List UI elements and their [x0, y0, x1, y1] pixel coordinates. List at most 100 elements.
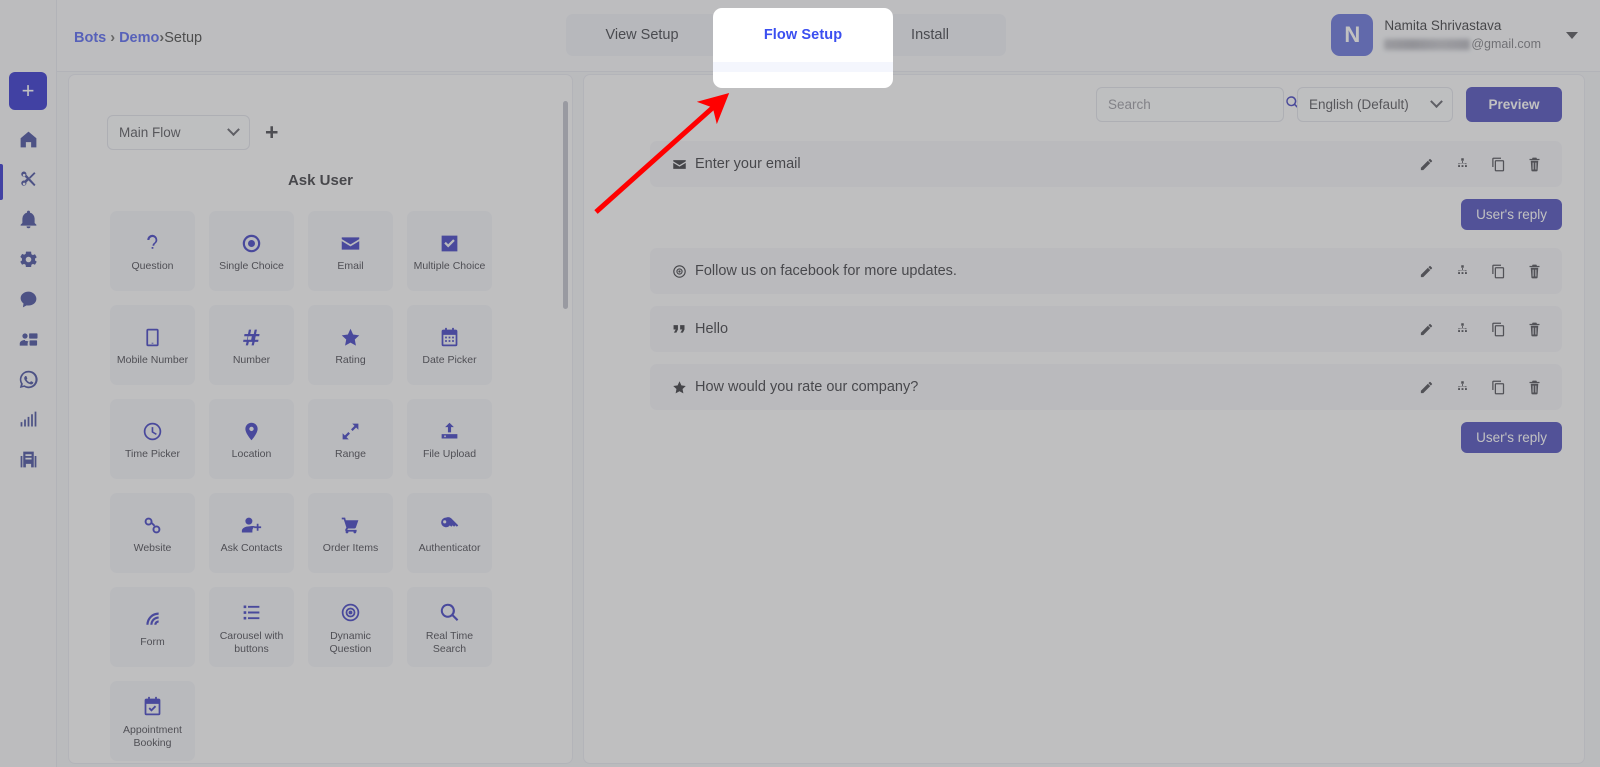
widget-card-form[interactable]: Form — [110, 587, 195, 667]
branch-icon[interactable] — [1455, 264, 1470, 279]
widget-card-real-time-search[interactable]: Real Time Search — [407, 587, 492, 667]
delete-icon[interactable] — [1527, 322, 1542, 337]
widget-card-carousel[interactable]: Carousel with buttons — [209, 587, 294, 667]
widget-card-email[interactable]: Email — [308, 211, 393, 291]
breadcrumb: Bots › Demo›Setup — [74, 30, 202, 46]
branch-icon[interactable] — [1455, 322, 1470, 337]
add-flow-button[interactable]: + — [265, 121, 278, 144]
flow-row[interactable]: How would you rate our company? — [650, 364, 1562, 410]
branch-icon[interactable] — [1455, 157, 1470, 172]
clock-icon — [142, 417, 163, 445]
edit-icon[interactable] — [1419, 264, 1434, 279]
preview-button[interactable]: Preview — [1466, 87, 1562, 122]
language-select[interactable]: English (Default) — [1297, 87, 1453, 122]
widget-card-order-items[interactable]: Order Items — [308, 493, 393, 573]
user-name: Namita Shrivastava — [1384, 18, 1502, 34]
flow-select[interactable]: Main Flow — [107, 115, 250, 150]
flow-row-text: How would you rate our company? — [695, 379, 919, 395]
widget-card-single-choice[interactable]: Single Choice — [209, 211, 294, 291]
upload-icon — [439, 417, 460, 445]
widget-label: Question — [131, 260, 174, 273]
widget-card-range[interactable]: Range — [308, 399, 393, 479]
users-reply-badge[interactable]: User's reply — [1461, 422, 1562, 453]
annotation-arrow — [594, 93, 730, 214]
duplicate-icon[interactable] — [1491, 264, 1506, 279]
envelope-icon — [340, 229, 361, 257]
delete-icon[interactable] — [1527, 264, 1542, 279]
tutorial-spotlight-tab[interactable]: Flow Setup — [723, 18, 883, 52]
delete-icon[interactable] — [1527, 157, 1542, 172]
breadcrumb-demo[interactable]: Demo — [119, 30, 159, 46]
widget-label: Single Choice — [219, 260, 284, 273]
breadcrumb-bots[interactable]: Bots — [74, 30, 106, 46]
widget-label: Website — [133, 542, 172, 555]
edit-icon[interactable] — [1419, 157, 1434, 172]
edit-icon[interactable] — [1419, 322, 1434, 337]
cart-icon — [340, 511, 361, 539]
widget-card-ask-contacts[interactable]: Ask Contacts — [209, 493, 294, 573]
row-actions — [1419, 322, 1542, 337]
whatsapp-icon — [18, 369, 39, 395]
widget-card-multiple-choice[interactable]: Multiple Choice — [407, 211, 492, 291]
widget-card-rating[interactable]: Rating — [308, 305, 393, 385]
sidebar-add-button[interactable]: + — [9, 72, 47, 110]
edit-icon[interactable] — [1419, 380, 1434, 395]
sidebar-item-notifications[interactable] — [0, 202, 57, 242]
search-input[interactable] — [1108, 97, 1285, 112]
list-icon — [241, 599, 262, 627]
sidebar-item-analytics[interactable] — [0, 402, 57, 442]
branch-icon[interactable] — [1455, 380, 1470, 395]
duplicate-icon[interactable] — [1491, 322, 1506, 337]
widget-card-mobile-number[interactable]: Mobile Number — [110, 305, 195, 385]
widget-card-appointment-booking[interactable]: Appointment Booking — [110, 681, 195, 761]
reply-wrap: User's reply — [650, 199, 1562, 230]
sidebar-item-whatsapp[interactable] — [0, 362, 57, 402]
widget-label: Form — [140, 636, 165, 649]
widget-label: Location — [231, 448, 272, 461]
sidebar-rail: + — [0, 0, 57, 767]
search-box[interactable] — [1096, 87, 1299, 122]
checkbox-icon — [439, 229, 460, 257]
flow-row[interactable]: Enter your email — [650, 141, 1562, 187]
star-icon — [672, 380, 693, 395]
delete-icon[interactable] — [1527, 380, 1542, 395]
widget-grid: Question Single Choice Email Multiple Ch… — [69, 189, 572, 761]
contacts-icon — [18, 329, 39, 355]
widget-card-number[interactable]: Number — [209, 305, 294, 385]
widget-label: Appointment Booking — [123, 723, 182, 749]
widget-card-date-picker[interactable]: Date Picker — [407, 305, 492, 385]
flow-row[interactable]: Hello — [650, 306, 1562, 352]
tab-view-setup[interactable]: View Setup — [570, 18, 714, 52]
users-reply-badge[interactable]: User's reply — [1461, 199, 1562, 230]
spotlight-tab-label: Flow Setup — [763, 27, 843, 43]
sidebar-item-chat[interactable] — [0, 282, 57, 322]
widget-label: Rating — [335, 354, 366, 367]
widget-card-location[interactable]: Location — [209, 399, 294, 479]
widget-label: Date Picker — [422, 354, 477, 367]
link-icon — [142, 511, 163, 539]
magnifier-icon — [439, 599, 460, 627]
widget-card-authenticator[interactable]: Authenticator — [407, 493, 492, 573]
analytics-icon — [18, 409, 39, 435]
hash-icon — [241, 323, 262, 351]
sidebar-item-home[interactable] — [0, 122, 57, 162]
chevron-down-icon[interactable] — [1566, 31, 1578, 39]
widget-card-file-upload[interactable]: File Upload — [407, 399, 492, 479]
widget-label: Email — [337, 260, 364, 273]
widget-card-dynamic-question[interactable]: Dynamic Question — [308, 587, 393, 667]
duplicate-icon[interactable] — [1491, 157, 1506, 172]
user-menu[interactable]: N Namita Shrivastava @gmail.com — [1331, 14, 1578, 56]
sidebar-item-tools[interactable] — [0, 162, 57, 202]
flow-row-text: Enter your email — [695, 156, 801, 172]
widget-label: Dynamic Question — [329, 629, 372, 655]
sidebar-item-settings[interactable] — [0, 242, 57, 282]
sidebar-item-ai[interactable] — [0, 442, 57, 482]
widget-palette-panel: Main Flow + Ask User Question Single Cho… — [68, 74, 573, 764]
widget-label: Time Picker — [124, 448, 181, 461]
widget-card-time-picker[interactable]: Time Picker — [110, 399, 195, 479]
duplicate-icon[interactable] — [1491, 380, 1506, 395]
widget-card-question[interactable]: Question — [110, 211, 195, 291]
widget-card-website[interactable]: Website — [110, 493, 195, 573]
flow-row[interactable]: Follow us on facebook for more updates. — [650, 248, 1562, 294]
sidebar-item-contacts[interactable] — [0, 322, 57, 362]
